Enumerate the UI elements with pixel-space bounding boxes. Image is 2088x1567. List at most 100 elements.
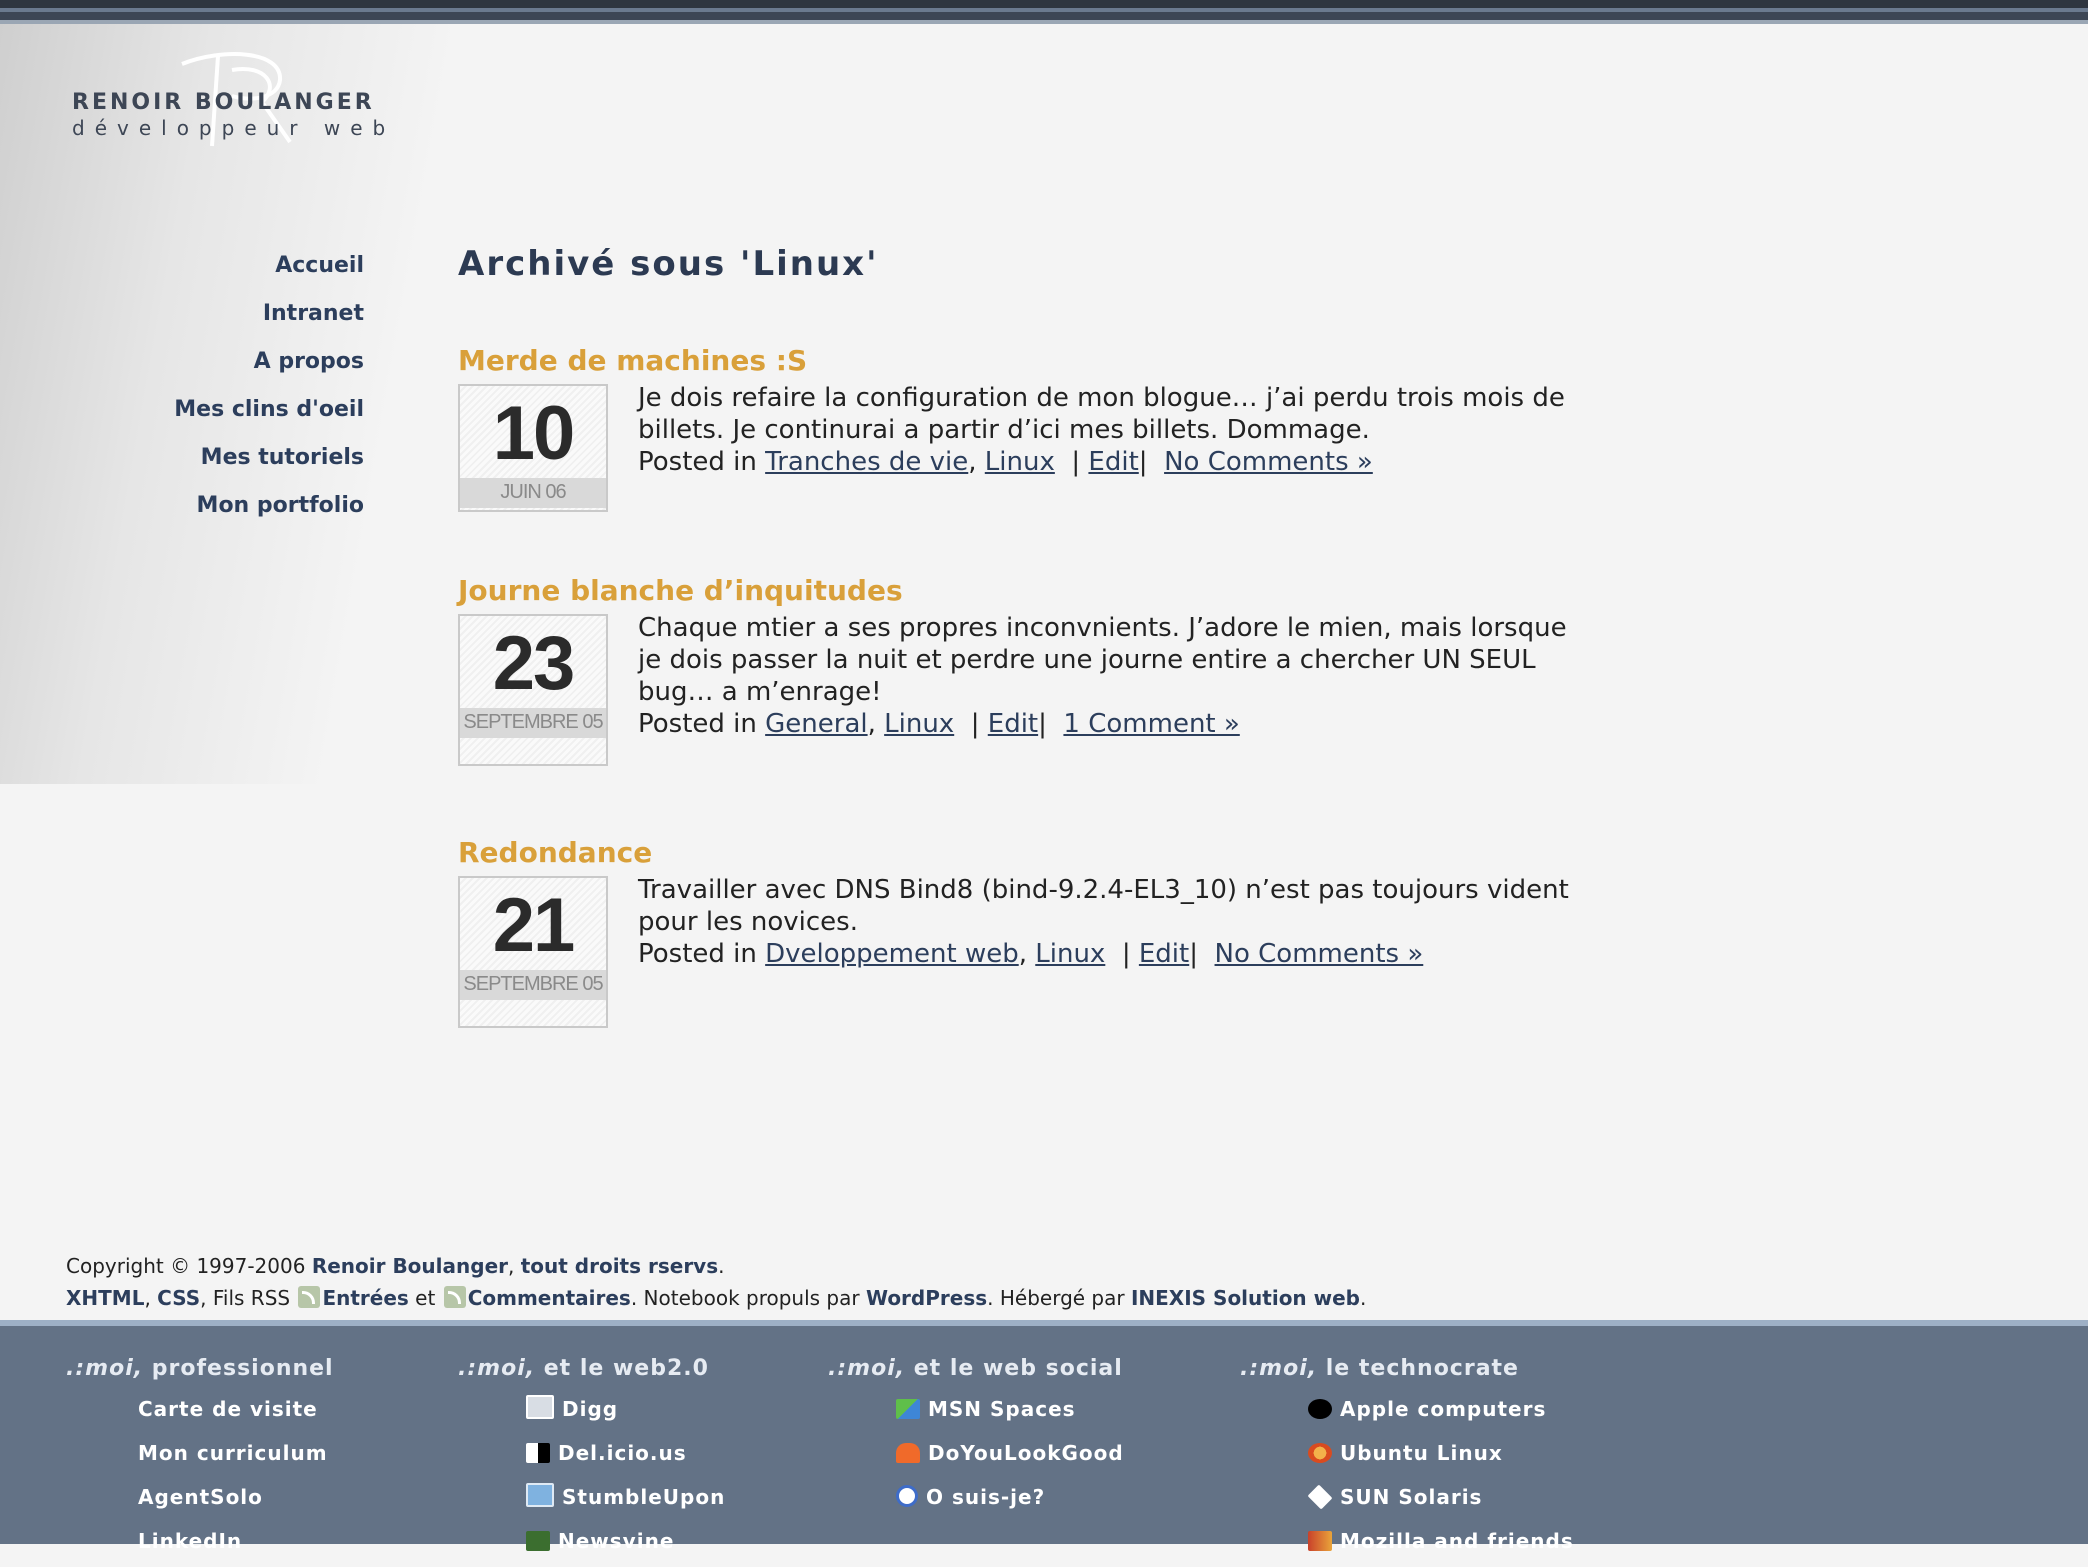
notebook-label: . Notebook propuls par xyxy=(630,1286,860,1310)
main-nav: Accueil Intranet A propos Mes clins d'oe… xyxy=(0,248,364,536)
category-link[interactable]: Tranches de vie xyxy=(765,447,968,477)
links-column-web20: .:moi, et le web2.0 Digg Del.icio.us Stu… xyxy=(458,1356,725,1567)
links-column-technocrate: .:moi, le technocrate Apple computers Ub… xyxy=(1240,1356,1574,1567)
category-link[interactable]: Linux xyxy=(985,447,1055,477)
nav-item-tutoriels[interactable]: Mes tutoriels xyxy=(0,440,364,488)
column-title: .:moi, le technocrate xyxy=(1240,1356,1519,1381)
et-label: et xyxy=(415,1286,436,1310)
post-body: Chaque mtier a ses propres inconvnients.… xyxy=(638,612,1598,740)
host-link[interactable]: INEXIS Solution web xyxy=(1131,1286,1360,1310)
link-ou-suis-je[interactable]: O suis-je? xyxy=(896,1479,1124,1523)
date-month: SEPTEMBRE 05 xyxy=(460,970,606,1000)
site-logo[interactable]: RENOIR BOULANGER développeur web xyxy=(70,46,400,156)
links-column-web-social: .:moi, et le web social MSN Spaces DoYou… xyxy=(828,1356,1124,1523)
edit-link[interactable]: Edit xyxy=(1088,447,1138,477)
date-badge: 23 SEPTEMBRE 05 xyxy=(458,614,608,766)
nav-item-accueil[interactable]: Accueil xyxy=(0,248,364,296)
rss-icon xyxy=(443,1286,466,1308)
link-agentsolo[interactable]: AgentSolo xyxy=(138,1479,334,1523)
posted-in-label: Posted in xyxy=(638,939,757,969)
link-mozilla[interactable]: Mozilla and friends xyxy=(1308,1523,1574,1567)
link-apple[interactable]: Apple computers xyxy=(1308,1391,1574,1435)
newsvine-icon xyxy=(526,1531,550,1551)
doyoulookgood-icon xyxy=(896,1443,920,1463)
nav-item-intranet[interactable]: Intranet xyxy=(0,296,364,344)
link-stumbleupon[interactable]: StumbleUpon xyxy=(526,1479,725,1523)
date-badge: 10 JUIN 06 xyxy=(458,384,608,512)
author-link[interactable]: Renoir Boulanger xyxy=(312,1254,508,1278)
post-title[interactable]: Merde de machines :S xyxy=(458,342,1598,380)
posted-in-label: Posted in xyxy=(638,447,757,477)
post: Journe blanche d’inquitudes 23 SEPTEMBRE… xyxy=(458,572,1598,766)
link-carte-de-visite[interactable]: Carte de visite xyxy=(138,1391,334,1435)
links-column-professionnel: .:moi, professionnel Carte de visite Mon… xyxy=(66,1356,334,1567)
post: Redondance 21 SEPTEMBRE 05 Travailler av… xyxy=(458,834,1598,1028)
column-title: .:moi, et le web social xyxy=(828,1356,1123,1381)
page-title: Archivé sous 'Linux' xyxy=(458,244,879,284)
link-curriculum[interactable]: Mon curriculum xyxy=(138,1435,334,1479)
comments-link[interactable]: No Comments » xyxy=(1164,447,1373,477)
link-sun-solaris[interactable]: SUN Solaris xyxy=(1307,1479,1574,1523)
post-excerpt: Travailler avec DNS Bind8 (bind-9.2.4-EL… xyxy=(638,875,1569,937)
copyright-footer: Copyright © 1997-2006 Renoir Boulanger, … xyxy=(66,1250,1366,1314)
post: Merde de machines :S 10 JUIN 06 Je dois … xyxy=(458,342,1598,512)
copyright-text: Copyright © 1997-2006 xyxy=(66,1254,306,1278)
delicious-icon xyxy=(526,1443,550,1463)
edit-link[interactable]: Edit xyxy=(988,709,1038,739)
post-excerpt: Je dois refaire la configuration de mon … xyxy=(638,383,1565,445)
rss-icon xyxy=(298,1286,321,1308)
link-digg[interactable]: Digg xyxy=(526,1391,725,1435)
nav-item-a-propos[interactable]: A propos xyxy=(0,344,364,392)
digg-icon xyxy=(526,1395,554,1419)
bottom-links-bar: .:moi, professionnel Carte de visite Mon… xyxy=(0,1320,2088,1553)
post-meta: Posted in Dveloppement web, Linux | Edit… xyxy=(638,939,1424,969)
column-title: .:moi, et le web2.0 xyxy=(458,1356,709,1381)
credits-line: XHTML, CSS, Fils RSS Entrées et Commenta… xyxy=(66,1286,1367,1310)
copyright-line: Copyright © 1997-2006 Renoir Boulanger, … xyxy=(66,1254,725,1278)
xhtml-link[interactable]: XHTML xyxy=(66,1286,144,1310)
category-link[interactable]: Dveloppement web xyxy=(765,939,1019,969)
date-day: 21 xyxy=(492,883,576,968)
link-linkedin[interactable]: LinkedIn xyxy=(138,1523,334,1567)
column-title: .:moi, professionnel xyxy=(66,1356,334,1381)
logo-tagline: développeur web xyxy=(72,116,396,140)
msn-spaces-icon xyxy=(896,1399,920,1419)
top-border xyxy=(0,0,2088,24)
date-day: 10 xyxy=(492,391,576,476)
apple-icon xyxy=(1308,1399,1332,1419)
edit-link[interactable]: Edit xyxy=(1139,939,1189,969)
comments-link[interactable]: No Comments » xyxy=(1215,939,1424,969)
date-month: SEPTEMBRE 05 xyxy=(460,708,606,738)
link-newsvine[interactable]: Newsvine xyxy=(526,1523,725,1567)
rss-comments-link[interactable]: Commentaires xyxy=(468,1286,631,1310)
rights-link[interactable]: tout droits rservs xyxy=(521,1254,718,1278)
hosted-label: . Hébergé par xyxy=(987,1286,1125,1310)
link-msn-spaces[interactable]: MSN Spaces xyxy=(896,1391,1124,1435)
comments-link[interactable]: 1 Comment » xyxy=(1063,709,1239,739)
posted-in-label: Posted in xyxy=(638,709,757,739)
nav-item-clins-doeil[interactable]: Mes clins d'oeil xyxy=(0,392,364,440)
category-link[interactable]: Linux xyxy=(1035,939,1105,969)
post-title[interactable]: Journe blanche d’inquitudes xyxy=(458,572,1598,610)
logo-name: RENOIR BOULANGER xyxy=(72,90,375,115)
sun-icon xyxy=(1307,1484,1333,1510)
rss-entries-link[interactable]: Entrées xyxy=(322,1286,408,1310)
category-link[interactable]: General xyxy=(765,709,867,739)
post-meta: Posted in General, Linux | Edit| 1 Comme… xyxy=(638,709,1240,739)
ubuntu-icon xyxy=(1308,1443,1332,1463)
category-link[interactable]: Linux xyxy=(884,709,954,739)
date-badge: 21 SEPTEMBRE 05 xyxy=(458,876,608,1028)
post-body: Travailler avec DNS Bind8 (bind-9.2.4-EL… xyxy=(638,874,1598,970)
css-link[interactable]: CSS xyxy=(157,1286,200,1310)
link-ubuntu[interactable]: Ubuntu Linux xyxy=(1308,1435,1574,1479)
google-maps-icon xyxy=(896,1485,918,1507)
link-delicious[interactable]: Del.icio.us xyxy=(526,1435,725,1479)
wordpress-link[interactable]: WordPress xyxy=(866,1286,987,1310)
rss-label: Fils RSS xyxy=(212,1286,291,1310)
nav-item-portfolio[interactable]: Mon portfolio xyxy=(0,488,364,536)
link-doyoulookgood[interactable]: DoYouLookGood xyxy=(896,1435,1124,1479)
date-month: JUIN 06 xyxy=(460,478,606,508)
stumbleupon-icon xyxy=(526,1483,554,1507)
post-excerpt: Chaque mtier a ses propres inconvnients.… xyxy=(638,613,1567,707)
post-title[interactable]: Redondance xyxy=(458,834,1598,872)
